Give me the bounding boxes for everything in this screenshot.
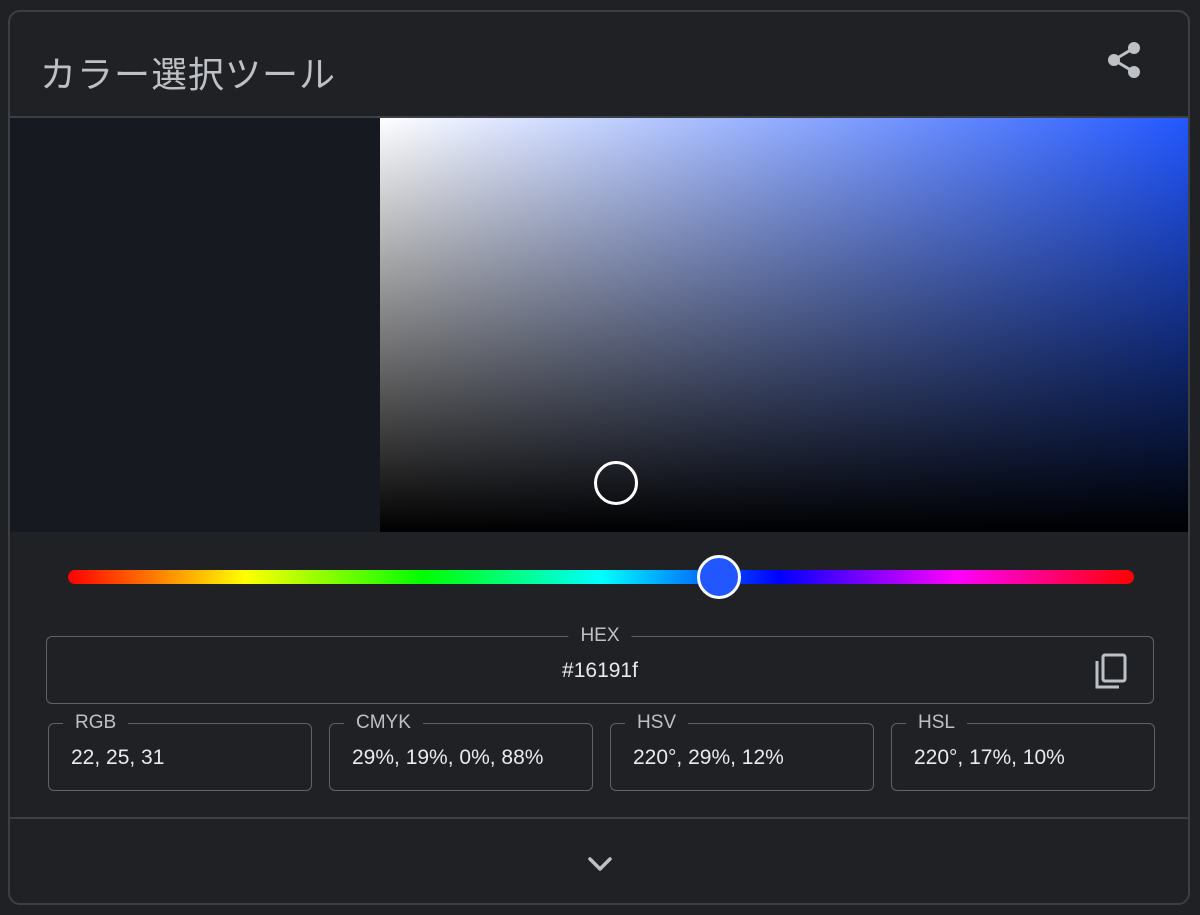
hue-slider[interactable] <box>68 555 1134 599</box>
hsv-label: HSV <box>625 712 689 734</box>
card-footer <box>10 817 1188 903</box>
hsl-field[interactable]: HSL 220°, 17%, 10% <box>891 712 1155 791</box>
chevron-down-icon[interactable] <box>582 849 618 879</box>
hex-field[interactable]: HEX #16191f <box>46 625 1154 704</box>
share-icon[interactable] <box>1104 40 1144 80</box>
hue-slider-handle[interactable] <box>697 555 742 599</box>
saturation-value-handle[interactable] <box>594 461 639 506</box>
color-preview-swatch <box>10 118 380 532</box>
hsv-value[interactable]: 220°, 29%, 12% <box>633 746 784 770</box>
hsl-label: HSL <box>906 712 967 734</box>
card-title: カラー選択ツール <box>40 54 337 95</box>
cmyk-value[interactable]: 29%, 19%, 0%, 88% <box>352 746 543 770</box>
copy-icon[interactable] <box>1091 651 1131 691</box>
saturation-value-area[interactable] <box>380 118 1188 532</box>
card-header: カラー選択ツール <box>10 12 1188 118</box>
cmyk-label: CMYK <box>344 712 423 734</box>
cmyk-field[interactable]: CMYK 29%, 19%, 0%, 88% <box>329 712 593 791</box>
color-picker-card: カラー選択ツール HEX #16191f RGB 22, 25, 31 CMYK… <box>8 10 1190 905</box>
hsv-field[interactable]: HSV 220°, 29%, 12% <box>610 712 874 791</box>
hex-value[interactable]: #16191f <box>47 659 1153 683</box>
hsl-value[interactable]: 220°, 17%, 10% <box>914 746 1065 770</box>
rgb-value[interactable]: 22, 25, 31 <box>71 746 164 770</box>
hex-label: HEX <box>568 625 632 647</box>
rgb-label: RGB <box>63 712 129 734</box>
rgb-field[interactable]: RGB 22, 25, 31 <box>48 712 312 791</box>
